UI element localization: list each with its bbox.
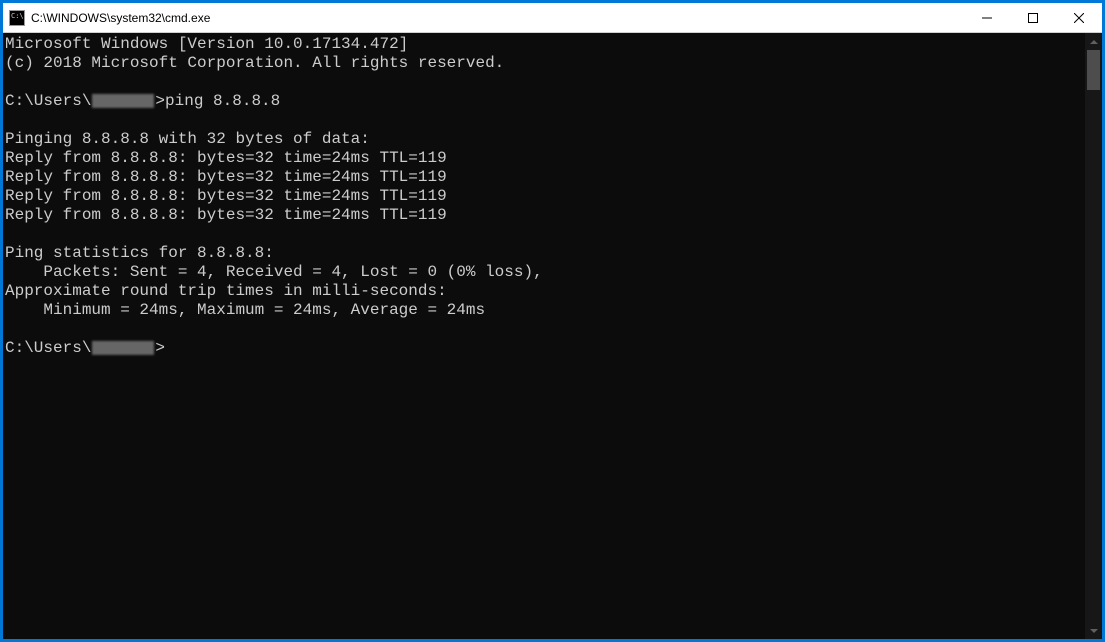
reply-line: Reply from 8.8.8.8: bytes=32 time=24ms T… [5,149,447,167]
stats-packets: Packets: Sent = 4, Received = 4, Lost = … [5,263,543,281]
window-title: C:\WINDOWS\system32\cmd.exe [31,11,964,25]
chevron-up-icon [1090,40,1098,44]
prompt-line: C:\Users\>ping 8.8.8.8 [5,92,280,110]
minimize-icon [982,13,992,23]
close-icon [1074,13,1084,23]
chevron-down-icon [1090,629,1098,633]
maximize-button[interactable] [1010,3,1056,32]
terminal-output[interactable]: Microsoft Windows [Version 10.0.17134.47… [3,33,1085,639]
redacted-username [92,341,154,355]
reply-line: Reply from 8.8.8.8: bytes=32 time=24ms T… [5,206,447,224]
scroll-up-arrow[interactable] [1085,33,1102,50]
version-line: Microsoft Windows [Version 10.0.17134.47… [5,35,408,53]
pinging-line: Pinging 8.8.8.8 with 32 bytes of data: [5,130,370,148]
rtt-values: Minimum = 24ms, Maximum = 24ms, Average … [5,301,485,319]
window-controls [964,3,1102,32]
cmd-icon [9,10,25,26]
cmd-window: C:\WINDOWS\system32\cmd.exe Microsoft Wi… [2,2,1103,640]
scroll-track[interactable] [1085,50,1102,622]
scroll-thumb[interactable] [1087,50,1100,90]
entered-command: ping 8.8.8.8 [165,92,280,110]
titlebar[interactable]: C:\WINDOWS\system32\cmd.exe [3,3,1102,33]
minimize-button[interactable] [964,3,1010,32]
copyright-line: (c) 2018 Microsoft Corporation. All righ… [5,54,504,72]
maximize-icon [1028,13,1038,23]
vertical-scrollbar[interactable] [1085,33,1102,639]
prompt-line: C:\Users\> [5,339,165,357]
stats-header: Ping statistics for 8.8.8.8: [5,244,274,262]
scroll-down-arrow[interactable] [1085,622,1102,639]
redacted-username [92,94,154,108]
rtt-header: Approximate round trip times in milli-se… [5,282,447,300]
reply-line: Reply from 8.8.8.8: bytes=32 time=24ms T… [5,168,447,186]
close-button[interactable] [1056,3,1102,32]
reply-line: Reply from 8.8.8.8: bytes=32 time=24ms T… [5,187,447,205]
terminal-area: Microsoft Windows [Version 10.0.17134.47… [3,33,1102,639]
